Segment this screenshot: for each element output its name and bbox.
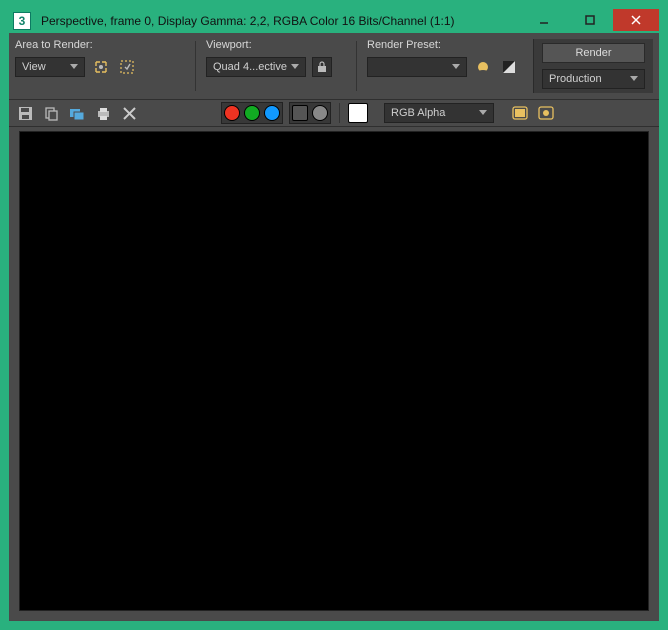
exposure-icon[interactable] [499, 57, 519, 77]
render-mode-dropdown[interactable]: Production [542, 69, 645, 89]
render-preset-dropdown[interactable] [367, 57, 467, 77]
titlebar: 3 Perspective, frame 0, Display Gamma: 2… [9, 9, 659, 33]
chevron-down-icon [479, 110, 487, 116]
channel-green-icon[interactable] [244, 105, 260, 121]
render-actions-panel: Render Production [533, 39, 653, 93]
background-swatch[interactable] [348, 103, 368, 123]
chevron-down-icon [70, 64, 78, 70]
render-settings-bar: Area to Render: View Viewport: Quad 4... [9, 33, 659, 99]
clone-image-icon[interactable] [67, 103, 87, 123]
viewport-label: Viewport: [206, 39, 346, 51]
auto-region-icon[interactable] [117, 57, 137, 77]
chevron-down-icon [630, 76, 638, 82]
alpha-mono-group [289, 102, 331, 124]
minimize-button[interactable] [521, 9, 567, 31]
toggle-overlay-icon[interactable] [510, 103, 530, 123]
render-viewport[interactable] [19, 131, 649, 611]
channel-mono-icon[interactable] [312, 105, 328, 121]
window-title: Perspective, frame 0, Display Gamma: 2,2… [41, 14, 521, 28]
chevron-down-icon [291, 64, 299, 70]
area-to-render-label: Area to Render: [15, 39, 185, 51]
channel-blue-icon[interactable] [264, 105, 280, 121]
environment-icon[interactable] [473, 57, 493, 77]
channel-swatches [221, 102, 283, 124]
lock-icon[interactable] [312, 57, 332, 77]
close-button[interactable] [613, 9, 659, 31]
render-button[interactable]: Render [542, 43, 645, 63]
app-icon: 3 [13, 12, 31, 30]
frame-buffer-icon[interactable] [536, 103, 556, 123]
area-to-render-value: View [22, 61, 46, 73]
image-toolbar: RGB Alpha [9, 99, 659, 127]
clear-icon[interactable] [119, 103, 139, 123]
render-mode-value: Production [549, 73, 602, 85]
area-to-render-dropdown[interactable]: View [15, 57, 85, 77]
viewport-value: Quad 4...ective [213, 61, 287, 73]
window-buttons [521, 9, 659, 33]
render-preset-label: Render Preset: [367, 39, 527, 51]
save-icon[interactable] [15, 103, 35, 123]
viewport-dropdown[interactable]: Quad 4...ective [206, 57, 306, 77]
render-window: 3 Perspective, frame 0, Display Gamma: 2… [9, 9, 659, 621]
channel-dropdown[interactable]: RGB Alpha [384, 103, 494, 123]
maximize-button[interactable] [567, 9, 613, 31]
copy-icon[interactable] [41, 103, 61, 123]
channel-red-icon[interactable] [224, 105, 240, 121]
chevron-down-icon [452, 64, 460, 70]
print-icon[interactable] [93, 103, 113, 123]
channel-dropdown-value: RGB Alpha [391, 107, 445, 119]
region-select-icon[interactable] [91, 57, 111, 77]
channel-alpha-icon[interactable] [292, 105, 308, 121]
